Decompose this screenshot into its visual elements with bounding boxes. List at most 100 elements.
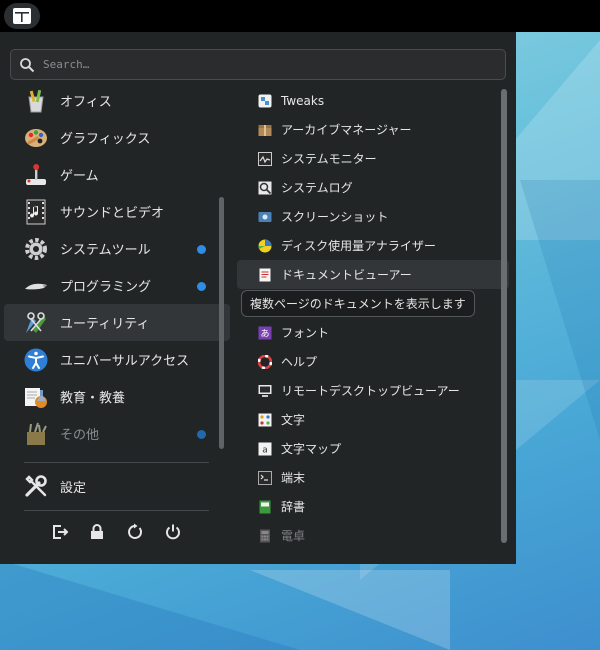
settings-label: 設定 [60, 480, 87, 496]
app-label: システムログ [281, 181, 353, 195]
monitor-icon [257, 151, 273, 167]
app-dictionary[interactable]: 辞書 [237, 492, 509, 521]
tooltip-text: 複数ページのドキュメントを表示します [241, 290, 475, 317]
app-label: 電卓 [281, 529, 306, 543]
utilities-icon [22, 309, 50, 337]
app-label: ドキュメントビューアー [281, 268, 412, 282]
power-icon [166, 524, 180, 540]
applications-icon [13, 8, 31, 24]
disk-usage-icon [257, 238, 273, 254]
font-icon: あ [257, 325, 273, 341]
app-characters[interactable]: 文字 [237, 405, 509, 434]
svg-text:あ: あ [260, 328, 269, 339]
lock-button[interactable] [86, 521, 108, 543]
app-label: アーカイブマネージャー [281, 123, 412, 137]
app-system-log[interactable]: システムログ [237, 173, 509, 202]
app-label: 辞書 [281, 500, 306, 514]
search-box[interactable] [10, 49, 506, 80]
applications-menu: オフィス グラフィックス ゲーム サウンドとビデオ システムツール プログラミン… [0, 32, 516, 564]
applications-menu-button[interactable] [4, 3, 40, 29]
app-calculator[interactable]: 電卓 [237, 521, 509, 550]
category-sound-video[interactable]: サウンドとビデオ [4, 193, 230, 230]
tooltip: 複数ページのドキュメントを表示します [237, 289, 509, 318]
separator [24, 462, 209, 463]
dictionary-icon [257, 499, 273, 515]
education-icon [22, 383, 50, 411]
category-label: システムツール [60, 243, 151, 258]
app-tweaks[interactable]: Tweaks [237, 86, 509, 115]
category-label: グラフィックス [60, 132, 151, 147]
top-panel [0, 0, 600, 32]
app-label: ディスク使用量アナライザー [281, 239, 436, 253]
gear-icon [22, 235, 50, 263]
category-education[interactable]: 教育・教養 [4, 378, 230, 415]
document-viewer-icon [257, 267, 273, 283]
app-remote-desktop-viewer[interactable]: リモートデスクトップビューアー [237, 376, 509, 405]
tweaks-icon [257, 93, 273, 109]
category-label: ユニバーサルアクセス [60, 354, 190, 369]
search-icon [20, 57, 35, 72]
calculator-icon [257, 528, 273, 544]
game-icon [22, 161, 50, 189]
category-label: 教育・教養 [60, 391, 126, 406]
graphics-icon [22, 124, 50, 152]
app-fonts[interactable]: あ フォント [237, 318, 509, 347]
category-label: その他 [60, 428, 100, 443]
app-terminal[interactable]: 端末 [237, 463, 509, 492]
category-label: ゲーム [60, 169, 99, 184]
new-items-badge [197, 282, 206, 291]
app-system-monitor[interactable]: システムモニター [237, 144, 509, 173]
app-label: スクリーンショット [281, 210, 389, 224]
restart-button[interactable] [124, 521, 146, 543]
app-label: ヘルプ [281, 355, 318, 369]
office-icon [22, 87, 50, 115]
application-list: Tweaks アーカイブマネージャー システムモニター システムログ スクリーン… [237, 86, 509, 550]
logout-icon [53, 525, 69, 539]
app-character-map[interactable]: a 文字マップ [237, 434, 509, 463]
app-screenshot[interactable]: スクリーンショット [237, 202, 509, 231]
category-label: プログラミング [60, 280, 152, 295]
remote-desktop-icon [257, 383, 273, 399]
app-document-viewer[interactable]: ドキュメントビューアー [237, 260, 509, 289]
category-universal-access[interactable]: ユニバーサルアクセス [4, 341, 230, 378]
category-label: サウンドとビデオ [60, 206, 165, 221]
screenshot-icon [257, 209, 273, 225]
app-label: Tweaks [281, 93, 325, 108]
app-help[interactable]: ヘルプ [237, 347, 509, 376]
terminal-icon [257, 470, 273, 486]
lock-icon [91, 524, 103, 539]
settings-item[interactable]: 設定 [22, 468, 86, 504]
help-icon [257, 354, 273, 370]
characters-icon [257, 412, 273, 428]
power-button[interactable] [162, 521, 184, 543]
settings-icon [22, 472, 50, 500]
category-list: オフィス グラフィックス ゲーム サウンドとビデオ システムツール プログラミン… [4, 82, 230, 452]
archive-icon [257, 122, 273, 138]
category-office[interactable]: オフィス [4, 82, 230, 119]
category-utilities[interactable]: ユーティリティ [4, 304, 230, 341]
app-label: 端末 [281, 471, 306, 485]
category-programming[interactable]: プログラミング [4, 267, 230, 304]
logout-button[interactable] [49, 521, 71, 543]
category-scrollbar[interactable] [219, 197, 224, 449]
new-items-badge [197, 430, 206, 439]
charmap-icon: a [257, 441, 273, 457]
app-label: フォント [281, 326, 330, 340]
new-items-badge [197, 245, 206, 254]
category-graphics[interactable]: グラフィックス [4, 119, 230, 156]
category-label: オフィス [60, 95, 112, 110]
app-archive-manager[interactable]: アーカイブマネージャー [237, 115, 509, 144]
programming-icon [22, 272, 50, 300]
film-icon [22, 198, 50, 226]
app-disk-usage-analyzer[interactable]: ディスク使用量アナライザー [237, 231, 509, 260]
category-system-tools[interactable]: システムツール [4, 230, 230, 267]
app-label: 文字 [281, 413, 306, 427]
application-scrollbar[interactable] [501, 89, 507, 543]
svg-text:a: a [262, 445, 268, 455]
log-icon [257, 180, 273, 196]
category-games[interactable]: ゲーム [4, 156, 230, 193]
app-label: システムモニター [281, 152, 377, 166]
category-label: ユーティリティ [60, 317, 150, 332]
search-input[interactable] [43, 58, 505, 71]
category-other[interactable]: その他 [4, 415, 230, 452]
